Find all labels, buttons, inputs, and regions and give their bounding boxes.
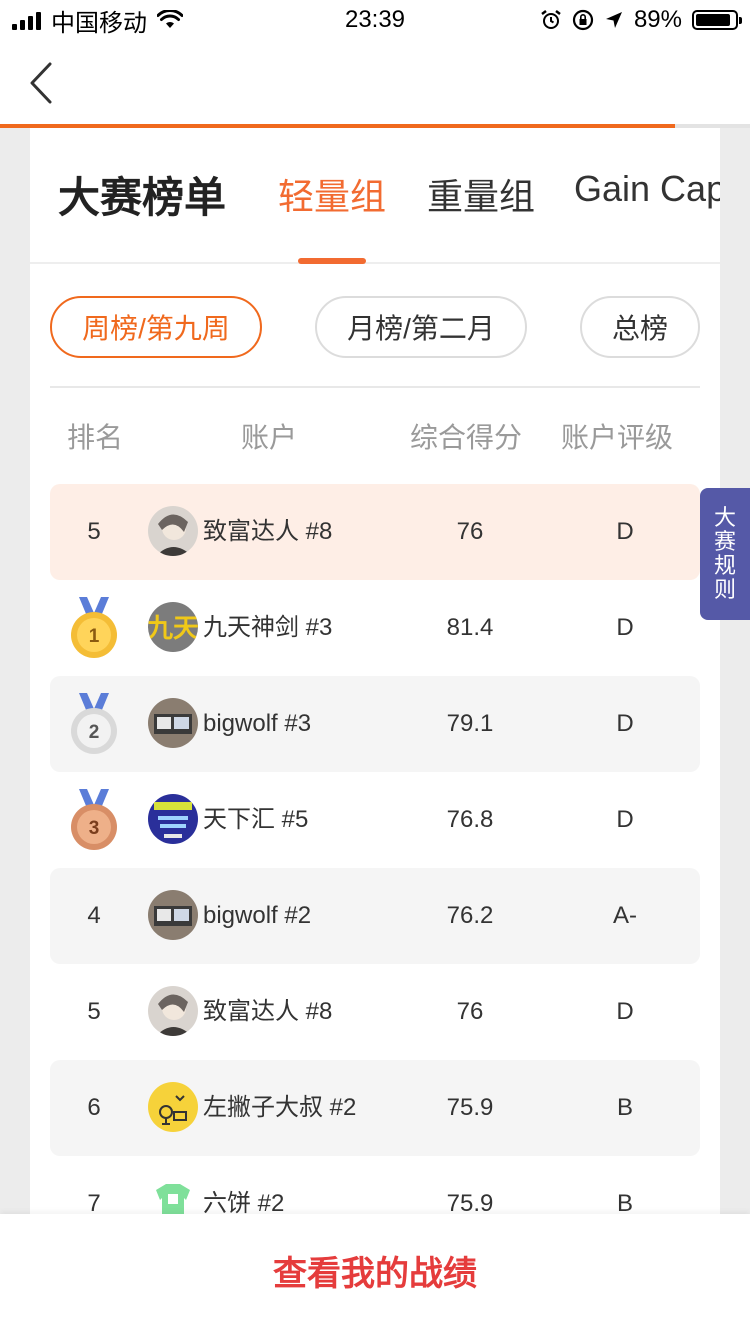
my-rank-row[interactable]: 5 致富达人 #8 76 D — [50, 484, 700, 580]
back-button[interactable] — [22, 58, 62, 108]
score: 76 — [456, 998, 484, 1025]
avatar — [148, 506, 198, 556]
table-row[interactable]: 6 左撇子大叔 #2 75.9 B — [50, 1060, 700, 1156]
status-bar: 中国移动 23:39 89% — [0, 0, 750, 40]
avatar: 九天 — [148, 602, 198, 652]
tab-light[interactable]: 轻量组 — [278, 168, 386, 220]
account-name: 九天神剑 #3 — [203, 614, 333, 641]
filter-monthly[interactable]: 月榜/第二月 — [315, 296, 527, 358]
avatar — [148, 890, 198, 940]
bronze-medal-icon: 3 — [50, 772, 138, 868]
table-header: 排名 账户 综合得分 账户评级 — [30, 416, 720, 456]
rank-number: 3 — [89, 818, 100, 839]
active-tab-indicator — [298, 258, 366, 264]
silver-medal-icon: 2 — [50, 676, 138, 772]
account-name: 左撇子大叔 #2 — [203, 1094, 357, 1121]
rank-number: 6 — [87, 1094, 101, 1121]
rank-number: 4 — [87, 902, 101, 929]
rank-number: 2 — [89, 722, 100, 743]
score: 76 — [456, 518, 484, 545]
filter-overall[interactable]: 总榜 — [580, 296, 700, 358]
col-rank: 排名 — [67, 422, 124, 453]
gold-medal-icon: 1 — [50, 580, 138, 676]
grade: B — [616, 1094, 633, 1121]
score: 75.9 — [446, 1094, 494, 1121]
table-row[interactable]: 2 bigwolf #3 79.1 D — [50, 676, 700, 772]
rank-number: 5 — [87, 518, 101, 545]
location-icon — [605, 12, 622, 28]
rotation-lock-icon — [572, 9, 594, 31]
avatar — [148, 986, 198, 1036]
page-title: 大赛榜单 — [58, 174, 227, 221]
avatar — [148, 698, 198, 748]
rules-label-char: 大 — [713, 505, 736, 530]
col-score: 综合得分 — [410, 422, 523, 453]
account-name: 致富达人 #8 — [203, 518, 333, 545]
grade: D — [616, 998, 634, 1025]
battery-percent: 89% — [633, 6, 682, 33]
rules-label-char: 则 — [713, 577, 736, 602]
avatar — [148, 1082, 198, 1132]
grade: D — [616, 806, 634, 833]
col-account: 账户 — [241, 422, 298, 453]
svg-text:九天: 九天 — [148, 613, 198, 643]
filter-weekly[interactable]: 周榜/第九周 — [50, 296, 262, 358]
tab-heavy[interactable]: 重量组 — [427, 168, 535, 220]
score: 79.1 — [446, 710, 494, 737]
view-my-record-button[interactable]: 查看我的战绩 — [0, 1214, 750, 1334]
battery-icon — [692, 10, 742, 30]
group-tabs: 大赛榜单 轻量组 重量组 Gain Cap — [30, 128, 720, 264]
avatar — [148, 794, 198, 844]
rules-label-char: 赛 — [713, 529, 736, 554]
alarm-icon — [541, 10, 561, 29]
nav-bar — [0, 40, 750, 126]
rules-label-char: 规 — [713, 553, 736, 578]
divider — [50, 386, 700, 388]
score: 76.8 — [446, 806, 494, 833]
grade: D — [616, 710, 634, 737]
col-grade: 账户评级 — [561, 422, 674, 453]
table-row[interactable]: 4 bigwolf #2 76.2 A- — [50, 868, 700, 964]
grade: D — [616, 518, 634, 545]
table-row[interactable]: 1 九天 九天神剑 #3 81.4 D — [50, 580, 700, 676]
tab-gain-cap[interactable]: Gain Cap — [574, 168, 720, 210]
score: 81.4 — [446, 614, 494, 641]
footer-bar: 查看我的战绩 — [0, 1214, 750, 1334]
grade: D — [616, 614, 634, 641]
account-name: 致富达人 #8 — [203, 998, 333, 1025]
chevron-left-icon — [30, 62, 52, 104]
score: 76.2 — [446, 902, 494, 929]
account-name: bigwolf #2 — [203, 902, 312, 929]
account-name: 天下汇 #5 — [203, 806, 309, 833]
rank-number: 5 — [87, 998, 101, 1025]
rank-number: 1 — [89, 626, 100, 647]
table-row[interactable]: 5 致富达人 #8 76 D — [50, 964, 700, 1060]
contest-rules-button[interactable]: 大 赛 规 则 — [700, 488, 750, 620]
grade: A- — [613, 902, 637, 929]
leaderboard-card: 大赛榜单 轻量组 重量组 Gain Cap 周榜/第九周 月榜/第二月 总榜 排… — [30, 128, 720, 1228]
account-name: bigwolf #3 — [203, 710, 312, 737]
table-row[interactable]: 3 天下汇 #5 76.8 D — [50, 772, 700, 868]
